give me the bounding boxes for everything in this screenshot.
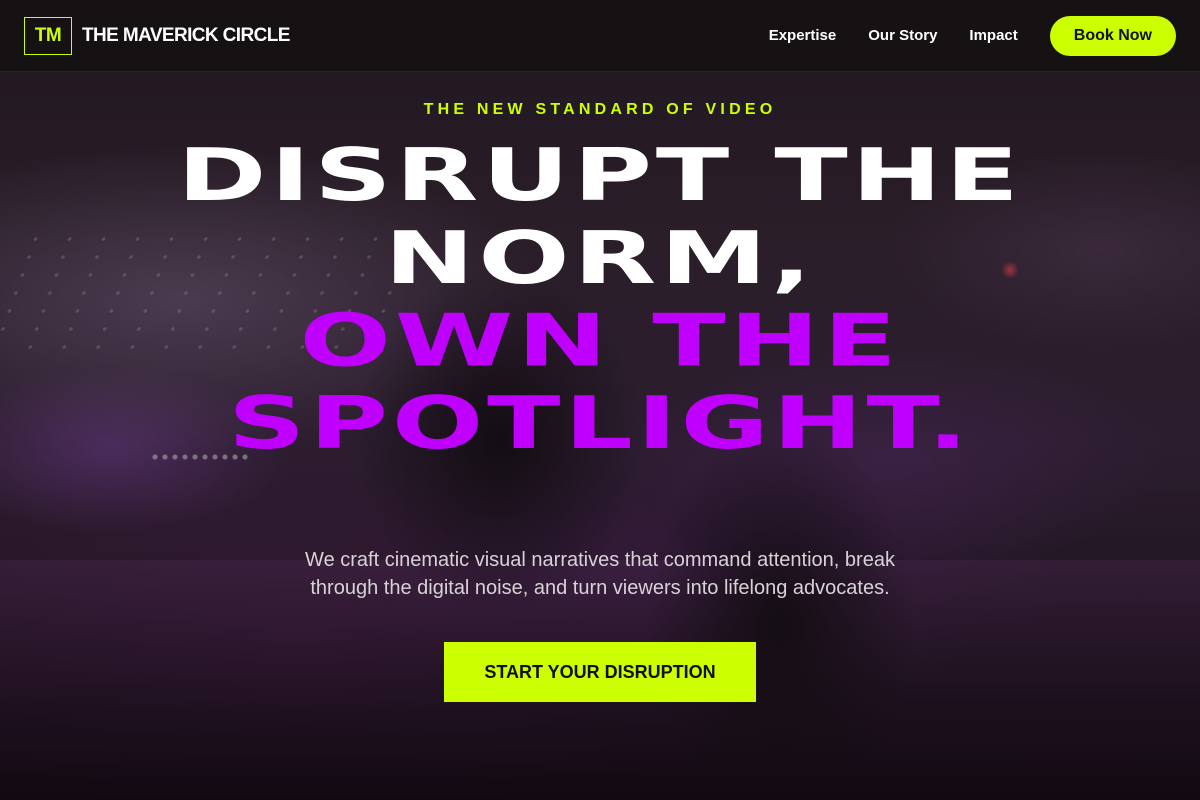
headline-line-4: SPOTLIGHT.	[228, 380, 972, 466]
nav-link-impact[interactable]: Impact	[969, 27, 1017, 44]
brand-logo-link[interactable]: TM THE MAVERICK CIRCLE	[24, 16, 290, 55]
hero-eyebrow: THE NEW STANDARD OF VIDEO	[423, 101, 777, 118]
nav-link-expertise[interactable]: Expertise	[769, 27, 837, 44]
logo-mark: TM	[24, 16, 72, 55]
nav-link-our-story[interactable]: Our Story	[868, 27, 937, 44]
nav-links: Expertise Our Story Impact Book Now	[769, 15, 1176, 56]
start-disruption-button[interactable]: START YOUR DISRUPTION	[444, 642, 756, 702]
book-now-button[interactable]: Book Now	[1049, 15, 1176, 56]
headline-line-3: OWN THE	[299, 298, 901, 383]
headline-line-1: DISRUPT THE	[177, 133, 1023, 218]
headline-line-2: NORM,	[384, 215, 816, 300]
hero-section: THE NEW STANDARD OF VIDEO DISRUPT THE NO…	[0, 72, 1200, 800]
brand-name: THE MAVERICK CIRCLE	[82, 24, 290, 46]
hero-headline: DISRUPT THE NORM, OWN THE SPOTLIGHT.	[0, 134, 1200, 464]
navbar: TM THE MAVERICK CIRCLE Expertise Our Sto…	[0, 0, 1200, 72]
hero-subcopy: We craft cinematic visual narratives tha…	[305, 549, 895, 599]
